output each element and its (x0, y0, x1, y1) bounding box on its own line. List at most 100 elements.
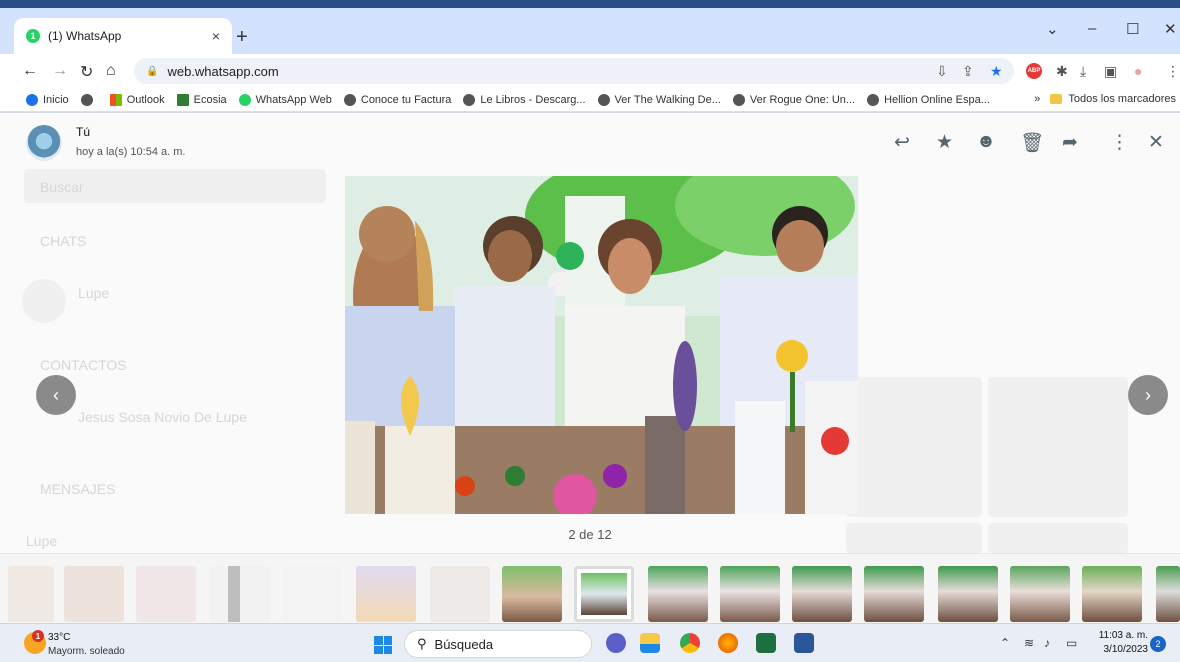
ghost-media-tile (988, 377, 1128, 517)
weather-temperature[interactable]: 33°C (48, 632, 70, 643)
thumbnail[interactable] (1010, 566, 1070, 622)
url-text: web.whatsapp.com (167, 63, 279, 79)
teams-chat-icon[interactable] (606, 633, 626, 653)
taskbar-search[interactable]: ⚲ Búsqueda (404, 630, 592, 658)
firefox-icon[interactable] (718, 633, 738, 653)
bookmark-walking-dead[interactable]: Ver The Walking De... (597, 93, 721, 106)
wifi-icon[interactable]: ≋ (1024, 636, 1034, 650)
bookmark-outlook[interactable]: Outlook (109, 93, 165, 106)
thumbnail[interactable] (64, 566, 124, 622)
bookmark-inicio[interactable]: Inicio (26, 93, 69, 106)
thumbnail[interactable] (792, 566, 852, 622)
start-tile (383, 636, 392, 645)
bookmark-le-libros[interactable]: Le Libros - Descarg... (463, 93, 586, 106)
more-icon[interactable]: ⋮ (1110, 131, 1129, 154)
tab-whatsapp[interactable]: 1 (1) WhatsApp × (14, 18, 232, 54)
home-icon[interactable]: ⌂ (106, 62, 116, 80)
excel-icon[interactable] (756, 633, 776, 653)
thumbnail[interactable] (938, 566, 998, 622)
close-icon[interactable]: ✕ (1148, 131, 1164, 154)
install-app-icon[interactable]: ⇩ (936, 63, 948, 80)
thumbnail[interactable] (720, 566, 780, 622)
sender-avatar[interactable] (26, 125, 62, 161)
thumbnail[interactable] (210, 566, 270, 622)
share-icon[interactable]: ⇪ (962, 63, 974, 80)
thumbnail-selected[interactable] (574, 566, 634, 622)
microsoft-icon (109, 93, 122, 106)
bookmarks-overflow[interactable]: » Todos los marcadores (1034, 93, 1176, 105)
emoji-icon[interactable]: ☻ (976, 131, 996, 153)
globe-icon (732, 93, 745, 106)
bookmark-ecosia[interactable]: Ecosia (176, 93, 227, 106)
delete-icon[interactable]: 🗑 (1020, 131, 1044, 155)
thumbnail[interactable] (1082, 566, 1142, 622)
overflow-chevron-icon[interactable]: » (1034, 93, 1040, 105)
forward-icon[interactable]: → (52, 62, 68, 80)
forward-icon[interactable]: ➦ (1062, 131, 1078, 154)
globe-icon (80, 93, 93, 106)
thumbnail[interactable] (356, 566, 416, 622)
battery-icon[interactable]: ▭ (1066, 636, 1077, 650)
url-bar[interactable]: 🔒 web.whatsapp.com (134, 58, 1014, 84)
browser-menu-icon[interactable]: ⋮ (1166, 63, 1180, 80)
tab-close-icon[interactable]: × (212, 28, 220, 44)
thumbnail[interactable] (1156, 566, 1180, 622)
thumbnail-image (581, 573, 627, 615)
thumbnail-strip (0, 553, 1180, 623)
thumbnail[interactable] (136, 566, 196, 622)
media-photo[interactable] (345, 176, 858, 514)
thumbnail[interactable] (864, 566, 924, 622)
new-tab-button[interactable]: + (236, 26, 248, 49)
tray-expand-icon[interactable]: ⌃ (1000, 636, 1010, 650)
tab-search-icon[interactable]: ⌄ (1046, 20, 1059, 38)
start-button[interactable] (374, 636, 392, 654)
thumbnail[interactable] (282, 566, 342, 622)
word-icon[interactable] (794, 633, 814, 653)
tab-title: (1) WhatsApp (48, 29, 122, 43)
thumbnail[interactable] (502, 566, 562, 622)
start-tile (374, 636, 383, 645)
next-media-button[interactable]: › (1128, 375, 1168, 415)
globe-icon (597, 93, 610, 106)
clock-date: 3/10/2023 (1103, 644, 1149, 655)
file-explorer-icon[interactable] (640, 633, 660, 653)
back-icon[interactable]: ← (22, 62, 38, 80)
maximize-button[interactable]: ☐ (1126, 20, 1139, 38)
volume-icon[interactable]: ♪ (1044, 636, 1050, 650)
downloads-icon[interactable]: ⤓ (1080, 63, 1086, 80)
window-close-button[interactable]: ✕ (1164, 20, 1177, 38)
reply-icon[interactable]: ↩ (894, 131, 910, 154)
adblock-extension-icon[interactable]: ABP (1026, 63, 1042, 79)
bookmark-hellion[interactable]: Hellion Online Espa... (867, 93, 990, 106)
sender-name: Tú (76, 125, 91, 139)
thumbnail[interactable] (430, 566, 490, 622)
star-icon[interactable]: ★ (936, 131, 953, 154)
bookmark-star-icon[interactable]: ★ (990, 63, 1003, 80)
system-clock[interactable]: 11:03 a. m. 3/10/2023 (1099, 629, 1148, 657)
minimize-button[interactable]: – (1088, 20, 1096, 37)
thumbnail[interactable] (8, 566, 54, 622)
extensions-puzzle-icon[interactable]: ✱ (1056, 63, 1068, 80)
ghost-chats-heading: CHATS (40, 233, 87, 249)
reload-icon[interactable]: ↻ (80, 62, 93, 82)
search-icon: ⚲ (417, 636, 427, 651)
bookmark-blank[interactable] (80, 93, 98, 106)
ecosia-icon (176, 93, 189, 106)
chrome-icon[interactable] (680, 633, 700, 653)
sender-timestamp: hoy a la(s) 10:54 a. m. (76, 146, 186, 158)
weather-description[interactable]: Mayorm. soleado (48, 646, 125, 657)
whatsapp-tab-icon: 1 (26, 29, 40, 43)
address-toolbar: ← → ↻ ⌂ 🔒 web.whatsapp.com ⇩ ⇪ ★ ABP ✱ ⤓… (0, 54, 1180, 88)
thumbnail[interactable] (648, 566, 708, 622)
profile-avatar-icon[interactable]: ● (1134, 63, 1142, 79)
side-panel-icon[interactable]: ▣ (1104, 63, 1117, 80)
notification-badge[interactable]: 2 (1150, 636, 1166, 652)
previous-media-button[interactable]: ‹ (36, 375, 76, 415)
bookmark-whatsapp-web[interactable]: WhatsApp Web (238, 93, 332, 106)
bookmark-rogue-one[interactable]: Ver Rogue One: Un... (732, 93, 855, 106)
media-viewer: Buscar CHATS Lupe CONTACTOS Jesus Sosa N… (0, 113, 1180, 623)
bookmark-conoce-factura[interactable]: Conoce tu Factura (343, 93, 451, 106)
ghost-contact-name: Jesus Sosa Novio De Lupe (78, 409, 247, 425)
window-title-strip (0, 0, 1180, 8)
all-bookmarks-label[interactable]: Todos los marcadores (1068, 93, 1176, 105)
